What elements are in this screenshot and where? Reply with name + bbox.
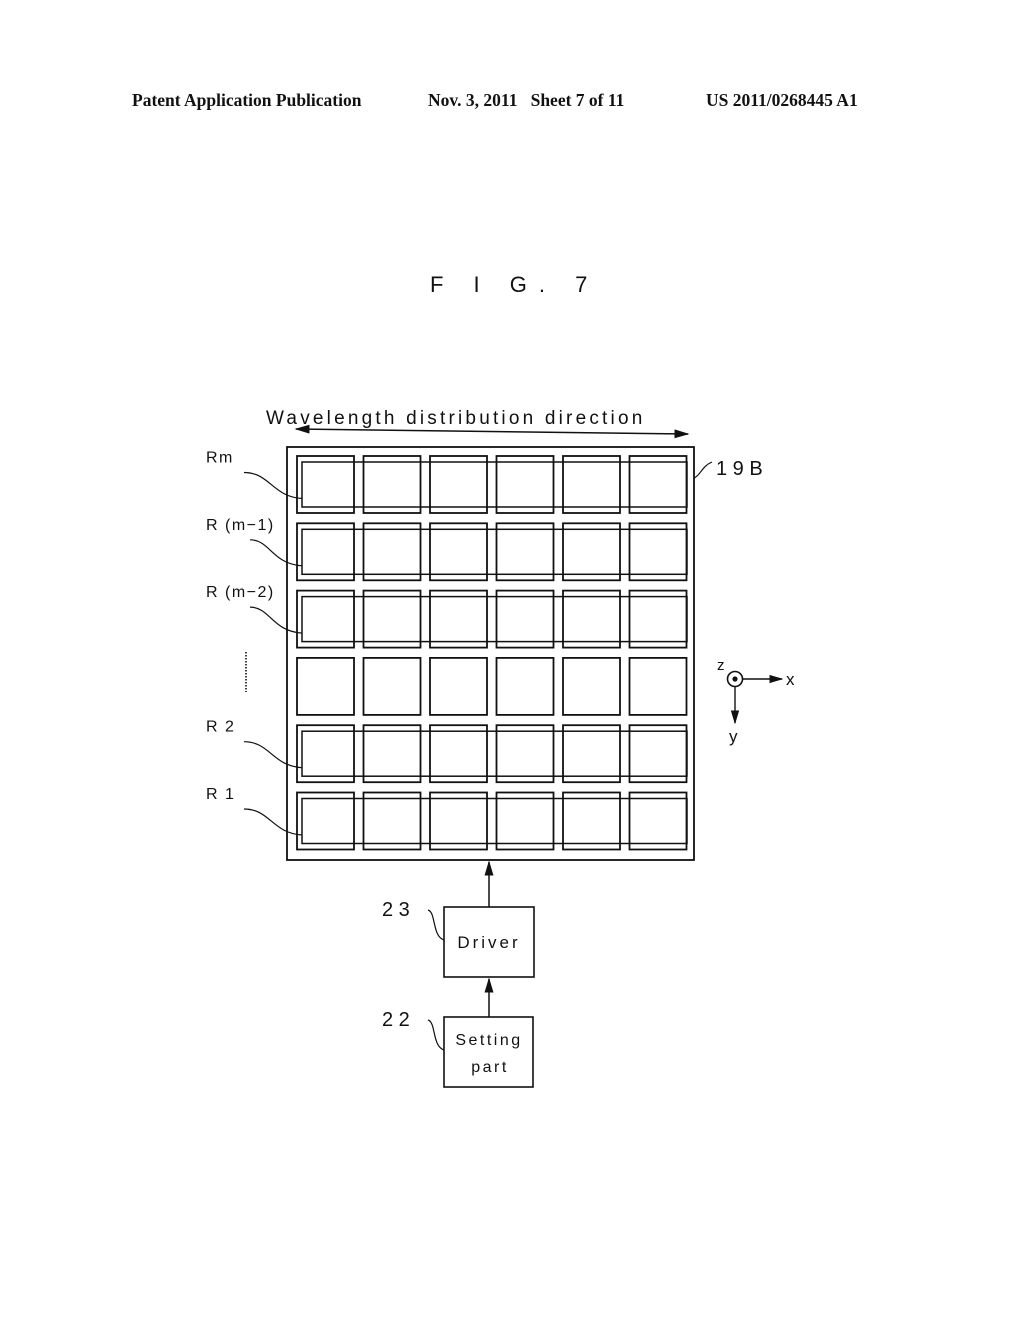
grid-cell xyxy=(562,724,621,784)
grid-cell xyxy=(562,455,621,514)
axes-indicator: z x y xyxy=(717,657,795,746)
grid-cell xyxy=(429,455,488,514)
grid-cell xyxy=(495,589,555,649)
grid-cell xyxy=(628,589,688,649)
figure-diagram: Wavelength distribution direction 1 9 B … xyxy=(206,408,795,1088)
grid-cell xyxy=(628,657,688,716)
row-label-leader xyxy=(243,741,303,769)
grid-cell xyxy=(429,791,488,851)
row-label-leader xyxy=(249,539,303,567)
panel-ref-leader xyxy=(693,461,713,479)
setting-part-ref-label: 2 2 xyxy=(382,1009,410,1031)
grid-cell xyxy=(429,657,488,716)
direction-arrow xyxy=(294,424,690,439)
grid-cell xyxy=(628,724,688,784)
grid-cell xyxy=(362,522,422,582)
grid-cell xyxy=(296,522,355,582)
grid-cell xyxy=(429,589,488,649)
setting-part-ref-leader xyxy=(427,1019,445,1051)
cell-grid xyxy=(296,455,688,851)
z-axis-label: z xyxy=(717,657,725,674)
grid-cell xyxy=(562,522,621,582)
z-axis-dot xyxy=(732,676,738,682)
grid-cell xyxy=(562,589,621,649)
grid-cell xyxy=(495,724,555,784)
setting-part-label-line2: part xyxy=(471,1059,509,1076)
grid-cell xyxy=(495,791,555,851)
driver-ref-label: 2 3 xyxy=(382,899,410,921)
grid-cell xyxy=(628,791,688,851)
row-label-leader xyxy=(243,471,303,500)
grid-cell xyxy=(495,522,555,582)
grid-cell xyxy=(628,455,688,514)
row-label: R (m−2) xyxy=(206,584,275,601)
grid-cell xyxy=(429,724,488,784)
grid-cell xyxy=(362,791,422,851)
grid-cell xyxy=(296,589,355,649)
grid-cell xyxy=(562,791,621,851)
grid-cell xyxy=(628,522,688,582)
y-axis-label: y xyxy=(729,727,738,746)
grid-cell xyxy=(362,724,422,784)
grid-cell xyxy=(362,589,422,649)
driver-label: Driver xyxy=(457,933,520,952)
grid-cell xyxy=(562,657,621,716)
grid-cell xyxy=(296,455,355,514)
grid-cell xyxy=(296,791,355,851)
row-label: R 1 xyxy=(206,786,235,803)
panel-ref-label: 1 9 B xyxy=(716,458,763,480)
direction-label: Wavelength distribution direction xyxy=(266,408,646,429)
grid-cell xyxy=(296,657,355,716)
row-label: Rm xyxy=(206,450,234,467)
grid-cell xyxy=(495,657,555,716)
row-label: R 2 xyxy=(206,719,235,736)
grid-cell xyxy=(296,724,355,784)
row-label-leader xyxy=(249,606,303,634)
driver-ref-leader xyxy=(427,909,445,941)
row-label-leader xyxy=(243,808,303,836)
x-axis-label: x xyxy=(786,670,795,689)
grid-cell xyxy=(362,657,422,716)
row-label: R (m−1) xyxy=(206,517,275,534)
setting-part-block xyxy=(443,1016,534,1088)
grid-cell xyxy=(495,455,555,514)
grid-cell xyxy=(429,522,488,582)
grid-cell xyxy=(362,455,422,514)
setting-part-label-line1: Setting xyxy=(455,1032,522,1049)
